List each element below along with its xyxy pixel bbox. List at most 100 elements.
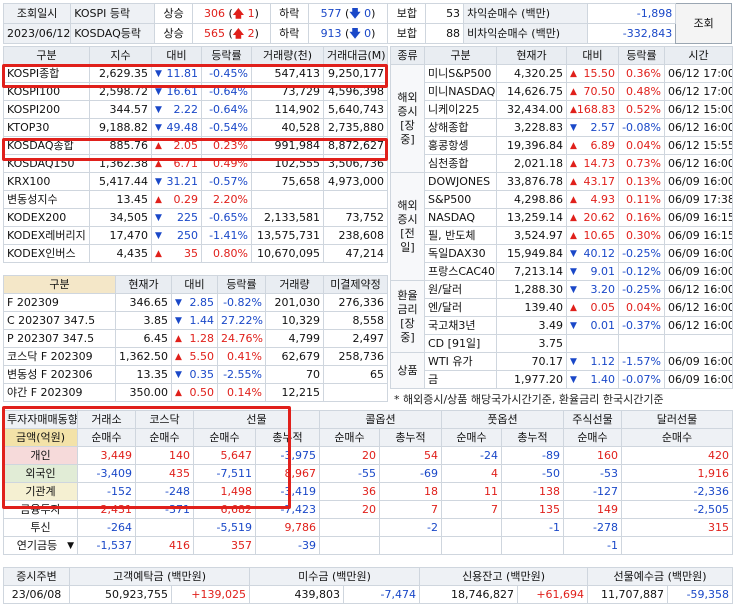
world-row[interactable]: 니케이22532,434.00168.830.52%06/12 15:00 — [391, 100, 733, 119]
world-time: 06/09 16:00 — [664, 262, 733, 281]
index-row[interactable]: KODEX20034,505225-0.65%2,133,58173,752 — [3, 208, 388, 227]
futures-row[interactable]: C 202307 347.53.851.4427.22%10,3298,558 — [3, 311, 388, 330]
index-row[interactable]: KOSDAQ1501,362.386.710.49%102,5553,506,7… — [3, 154, 388, 173]
investor-value — [441, 536, 502, 555]
investor-row[interactable]: 투신 -264 -5,519 9,786 -2 -1 -278 315 — [3, 518, 733, 537]
index-vol: 40,528 — [251, 118, 324, 137]
sub-h7: 순매수 — [441, 428, 502, 447]
futures-row[interactable]: 변동성 F 20230613.350.35-2.55%7065 — [3, 365, 388, 384]
world-row[interactable]: CD [91일] 3.75 — [391, 334, 733, 353]
world-row[interactable]: 환율 금리 [장중]원/달러1,288.303.20-0.25%06/12 16… — [390, 280, 733, 353]
world-value: 32,434.00 — [496, 100, 567, 119]
world-row[interactable]: NASDAQ13,259.1420.620.16%06/09 16:15 — [391, 208, 733, 227]
futures-row[interactable]: P 202307 347.56.451.2824.76%4,7992,497 — [3, 329, 388, 348]
world-row[interactable]: 심천종합2,021.1814.730.73%06/12 16:00 — [391, 154, 733, 173]
deposit-value: 50,923,755 — [69, 585, 172, 604]
index-name: KOSDAQ150 — [3, 154, 90, 173]
world-name: 필, 반도체 — [424, 226, 497, 245]
investor-row[interactable]: 개인 3,449 140 5,647 -3,975 20 54 -24 -89 160 420 — [3, 446, 733, 465]
index-row[interactable]: 변동성지수13.450.292.20% — [3, 190, 388, 209]
world-time — [664, 334, 733, 353]
index-row[interactable]: KRX1005,417.4431.21-0.57%75,6584,973,000 — [3, 172, 388, 191]
world-row[interactable]: 필, 반도체3,524.9710.650.30%06/09 16:15 — [391, 226, 733, 245]
futures-vol: 4,799 — [265, 329, 324, 348]
index-change: 225 — [151, 208, 202, 227]
investor-value: 1,498 — [193, 482, 256, 501]
index-row[interactable]: KODEX레버리지17,470250-1.41%13,575,731238,60… — [3, 226, 388, 245]
kosdaq-up-cell: 565 (🡅 2) — [192, 23, 271, 44]
index-value: 344.57 — [89, 100, 152, 119]
world-row[interactable]: 홍콩항셍19,396.846.890.04%06/12 15:55 — [391, 136, 733, 155]
futures-value: 13.35 — [115, 365, 172, 384]
investor-value: -24 — [441, 446, 502, 465]
investor-value — [441, 518, 502, 537]
dropdown-icon[interactable]: ▼ — [67, 538, 74, 554]
index-pct: 0.49% — [201, 154, 252, 173]
investor-unit-label: 금액(억원) — [3, 428, 78, 447]
world-row[interactable]: 프랑스CAC407,213.149.01-0.12%06/09 16:00 — [391, 262, 733, 281]
world-row[interactable]: 상품WTI 유가70.171.12-1.57%06/09 16:00 — [390, 352, 733, 389]
futures-row[interactable]: 코스닥 F 2023091,362.505.500.41%62,679258,7… — [3, 347, 388, 366]
index-amt: 4,973,000 — [323, 172, 388, 191]
world-value: 70.17 — [496, 352, 567, 371]
investor-row[interactable]: 외국인 -3,409 435 -7,511 8,967 -55 -69 4 -50 -53 1,91… — [3, 464, 733, 483]
world-time: 06/09 16:15 — [664, 208, 733, 227]
index-row[interactable]: KOSDAQ종합885.762.050.23%991,9848,872,627 — [3, 136, 388, 155]
investor-col-kosdaq: 코스닥 — [135, 410, 194, 429]
index-name: KOSPI200 — [3, 100, 90, 119]
investor-row[interactable]: 기관계 -152 -248 1,498 -3,419 36 18 11 138 -127 -2,33… — [3, 482, 733, 501]
futures-change: 5.50 — [171, 347, 218, 366]
world-row[interactable]: S&P5004,298.864.930.11%06/09 17:38 — [391, 190, 733, 209]
investor-row[interactable]: 연기금등 ▼ -1,537 416 357 -39 -1 — [3, 536, 733, 555]
index-amt: 8,872,627 — [323, 136, 388, 155]
futures-name: 코스닥 F 202309 — [3, 347, 116, 366]
world-value: 4,320.25 — [496, 64, 567, 83]
investor-value — [621, 536, 733, 555]
bottom-date: 23/06/08 — [3, 585, 70, 604]
world-row[interactable]: 상해종합3,228.832.57-0.08%06/12 16:00 — [391, 118, 733, 137]
investor-value — [501, 536, 564, 555]
world-row[interactable]: 해외 증시 [장중]미니S&P5004,320.2515.500.36%06/1… — [390, 64, 733, 173]
world-row[interactable]: 엔/달러139.400.050.04%06/12 16:00 — [391, 298, 733, 317]
investor-row[interactable]: 금융투자 2,431 -371 6,682 -7,423 20 7 7 135 149 -2,505 — [3, 500, 733, 519]
index-col-amt: 거래대금(M) — [323, 46, 388, 65]
world-pct: -1.57% — [618, 352, 665, 371]
index-pct: -1.41% — [201, 226, 252, 245]
world-row[interactable]: 국고채3년3.490.01-0.37%06/12 16:00 — [391, 316, 733, 335]
index-row[interactable]: KOSPI종합2,629.3511.81-0.45%547,4139,250,1… — [3, 64, 388, 83]
futures-row[interactable]: 야간 F 202309350.000.500.14%12,215 — [3, 383, 388, 402]
futures-col-value: 현재가 — [115, 275, 172, 294]
futures-col-name: 구분 — [3, 275, 116, 294]
world-name: 미니S&P500 — [424, 64, 497, 83]
world-change: 0.05 — [566, 298, 619, 317]
receivable-value: 439,803 — [249, 585, 345, 604]
world-group-label: 해외 증시 [장중] — [390, 64, 425, 173]
index-col-name: 구분 — [3, 46, 90, 65]
kosdaq-down-count: 913 — [320, 26, 342, 40]
index-row[interactable]: KTOP309,188.8249.48-0.54%40,5282,735,880 — [3, 118, 388, 137]
world-row[interactable]: 독일DAX3015,949.8440.12-0.25%06/09 16:00 — [391, 244, 733, 263]
index-name: 변동성지수 — [3, 190, 90, 209]
kosdaq-flat-count: 88 — [425, 23, 465, 44]
world-name: 홍콩항셍 — [424, 136, 497, 155]
query-button[interactable]: 조회 — [675, 3, 732, 44]
world-time: 06/12 17:00 — [664, 82, 733, 101]
futures-row[interactable]: F 202309346.652.85-0.82%201,030276,336 — [3, 293, 388, 312]
futures-col-vol: 거래량 — [265, 275, 324, 294]
futures-name: 변동성 F 202306 — [3, 365, 116, 384]
futures-name: C 202307 347.5 — [3, 311, 116, 330]
index-row[interactable]: KOSPI200344.572.22-0.64%114,9025,640,743 — [3, 100, 388, 119]
world-row[interactable]: 해외 증시 [전일]DOWJONES33,876.7843.170.13%06/… — [390, 172, 733, 281]
futures-change: 0.35 — [171, 365, 218, 384]
index-row[interactable]: KODEX인버스4,435350.80%10,670,09547,214 — [3, 244, 388, 263]
index-pct: -0.54% — [201, 118, 252, 137]
world-row[interactable]: 미니NASDAQ14,626.7570.500.48%06/12 17:00 — [391, 82, 733, 101]
futures-value: 3.85 — [115, 311, 172, 330]
world-row[interactable]: 금1,977.201.40-0.07%06/09 16:00 — [391, 370, 733, 389]
index-row[interactable]: KOSPI1002,598.7216.61-0.64%73,7294,596,3… — [3, 82, 388, 101]
world-name: 니케이225 — [424, 100, 497, 119]
index-amt: 9,250,177 — [323, 64, 388, 83]
investor-value: 140 — [135, 446, 194, 465]
top-table: 조회일시 KOSPI 등락 상승 306 (🡅 1) 하락 577 (🡇 0) … — [2, 3, 732, 44]
index-pct: -0.45% — [201, 64, 252, 83]
